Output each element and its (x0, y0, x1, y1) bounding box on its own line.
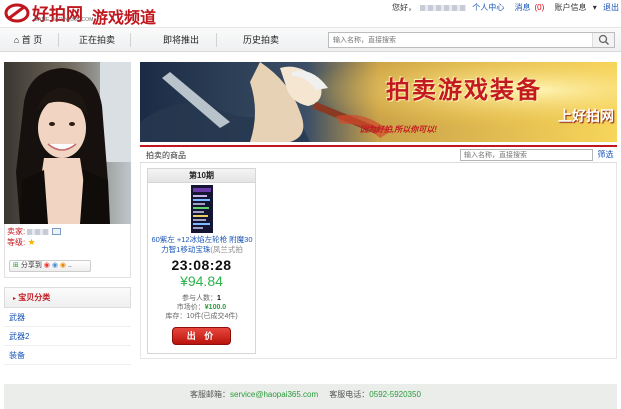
products-search-input[interactable] (460, 149, 593, 161)
nav-item-history[interactable]: 历史拍卖 (228, 28, 294, 52)
seller-photo (4, 62, 131, 224)
filter-button[interactable]: 筛选 (594, 149, 617, 161)
main-nav: ⌂ 首 页 正在拍卖 即将推出 历史拍卖 (0, 28, 621, 52)
category-panel: ▸ 宝贝分类 武器 武器2 装备 (4, 287, 131, 369)
nav-divider (216, 33, 217, 47)
nav-home-label: 首 页 (21, 35, 43, 45)
product-card: 第10期 60紫左 +12冰焰左轮枪 附魔30力智1移动宝珠(凤兰式拍 23:0… (147, 168, 256, 354)
footer: 客服邮箱：service@haopai365.com 客服电话：0592-592… (4, 384, 617, 409)
market-price-label: 市场价： (176, 304, 205, 311)
category-item-weapons[interactable]: 武器 (4, 308, 131, 327)
messages-label: 消息 (514, 3, 531, 12)
top-search-input[interactable] (329, 33, 587, 47)
category-item-weapons2[interactable]: 武器2 (4, 327, 131, 346)
product-name-link[interactable]: 60紫左 +12冰焰左轮枪 附魔30力智1移动宝珠(凤兰式拍 (150, 235, 254, 255)
footer-email[interactable]: service@haopai365.com (230, 390, 318, 399)
nav-divider (130, 33, 131, 47)
product-thumbnail (191, 185, 213, 233)
logo-mark-icon (4, 3, 30, 23)
contact-seller-icon[interactable] (51, 228, 61, 236)
bid-button[interactable]: 出 价 (172, 327, 231, 345)
seller-label: 卖家: (7, 227, 26, 236)
countdown-timer: 23:08:28 (171, 257, 232, 273)
bidders-row: 参与人数：1 (148, 294, 255, 303)
channel-title: 游戏频道 (92, 8, 157, 27)
bidders-value: 1 (217, 295, 221, 302)
seller-name-masked (27, 228, 50, 235)
products-header: 拍卖的商品 筛选 (140, 147, 617, 163)
messages-count: (0) (534, 3, 545, 12)
share-plus-icon: ⊞ (13, 262, 19, 269)
share-site-icon[interactable]: ◉ (52, 262, 58, 269)
category-title: 宝贝分类 (18, 293, 51, 302)
products-section-title: 拍卖的商品 (146, 151, 186, 160)
level-star-icon: ★ (27, 237, 36, 247)
seller-level-row: 等级: ★ (7, 237, 36, 248)
account-info-menu[interactable]: 账户信息 ▾ (551, 3, 597, 12)
banner-title: 拍卖游戏装备 (386, 75, 542, 104)
footer-email-label: 客服邮箱： (190, 390, 230, 399)
nav-item-live-auctions[interactable]: 正在拍卖 (66, 28, 128, 52)
home-icon: ⌂ (13, 35, 20, 45)
category-item-equipment[interactable]: 装备 (4, 346, 131, 365)
current-price: ¥94.84 (180, 273, 223, 289)
footer-contact: 客服邮箱：service@haopai365.com 客服电话：0592-592… (190, 389, 421, 400)
level-label: 等级: (7, 238, 26, 247)
promo-banner[interactable]: 拍卖游戏装备 上好拍网 因为好拍,所以你可以! (140, 62, 617, 142)
weibo-icon[interactable]: ◉ (44, 262, 50, 269)
username-masked (420, 4, 467, 11)
banner-slogan: 因为好拍,所以你可以! (360, 125, 437, 134)
chevron-down-icon: ▾ (592, 3, 597, 12)
site-logo[interactable]: 好拍网 GAME.HAOPAI365.COM 游戏频道 (4, 1, 164, 27)
account-info-label: 账户信息 (554, 3, 587, 12)
user-links: 您好， 个人中心 消息 (0) 账户信息 ▾ 退出 (388, 2, 619, 13)
nav-divider (58, 33, 59, 47)
market-price-row: 市场价：¥100.0 (148, 303, 255, 312)
seller-info-panel: 卖家: 等级: ★ ⊞ 分享到 ◉ ◉ ◉ .. (4, 224, 131, 278)
footer-phone-label: 客服电话： (329, 390, 370, 399)
share-label: 分享到 (20, 262, 42, 269)
product-image[interactable] (191, 185, 213, 233)
footer-phone: 0592-5920350 (369, 390, 421, 399)
top-search-box (328, 32, 615, 48)
product-name-suffix: (凤兰式拍 (210, 245, 243, 254)
share-button[interactable]: ⊞ 分享到 ◉ ◉ ◉ .. (9, 260, 91, 272)
product-issue: 第10期 (148, 169, 255, 183)
top-search-button[interactable] (592, 33, 614, 47)
nav-item-upcoming[interactable]: 即将推出 (150, 28, 212, 52)
share-more-icon[interactable]: ◉ (60, 262, 66, 269)
messages-link[interactable]: 消息 (0) (511, 3, 545, 12)
search-icon (598, 34, 610, 46)
user-center-link[interactable]: 个人中心 (472, 3, 504, 12)
share-more-dots[interactable]: .. (68, 262, 72, 269)
bidders-label: 参与人数： (182, 295, 218, 302)
seller-name-row: 卖家: (7, 226, 61, 237)
seller-avatar[interactable] (4, 62, 131, 224)
logo-domain: GAME.HAOPAI365.COM (34, 17, 94, 23)
category-arrow-icon: ▸ (13, 296, 17, 302)
top-header: 好拍网 GAME.HAOPAI365.COM 游戏频道 您好， 个人中心 消息(… (0, 0, 621, 28)
market-price-value: ¥100.0 (204, 304, 227, 311)
nav-item-home[interactable]: ⌂ 首 页 (0, 28, 56, 52)
logout-link[interactable]: 退出 (603, 3, 619, 12)
category-header: ▸ 宝贝分类 (4, 287, 131, 308)
greeting-text: 您好， (392, 3, 417, 12)
stock-info: 库存：10件(已成交4件) (165, 313, 238, 320)
banner-subtitle: 上好拍网 (558, 109, 614, 125)
